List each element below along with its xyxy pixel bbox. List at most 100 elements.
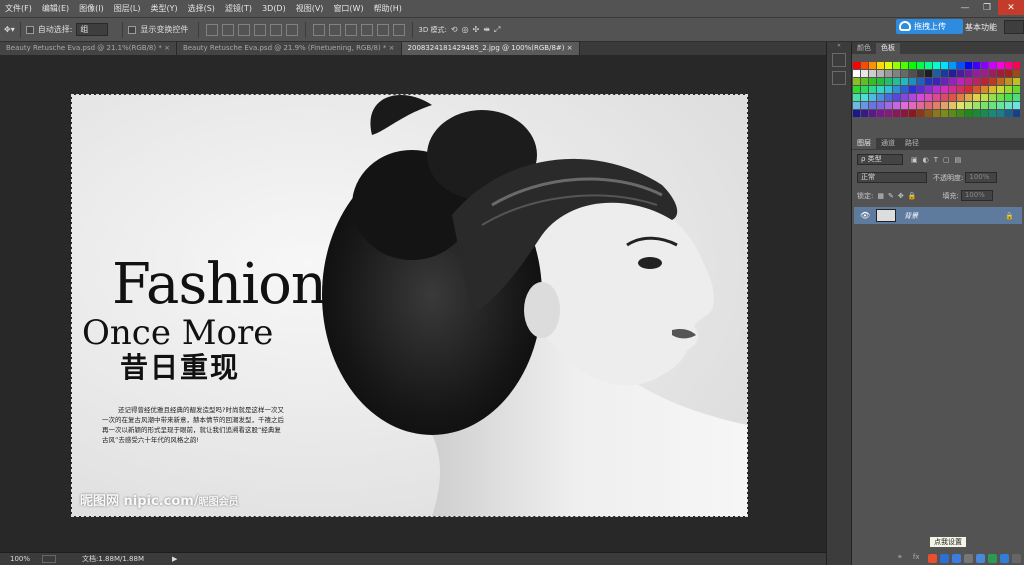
- swatch-cell[interactable]: [877, 102, 884, 109]
- swatch-cell[interactable]: [861, 94, 868, 101]
- distribute-top-icon[interactable]: [313, 23, 326, 36]
- swatch-cell[interactable]: [933, 70, 940, 77]
- swatch-cell[interactable]: [949, 62, 956, 69]
- lock-transparent-icon[interactable]: ▦: [877, 192, 884, 200]
- swatch-cell[interactable]: [869, 70, 876, 77]
- swatch-cell[interactable]: [853, 78, 860, 85]
- swatch-cell[interactable]: [869, 62, 876, 69]
- swatch-cell[interactable]: [989, 78, 996, 85]
- swatch-cell[interactable]: [925, 94, 932, 101]
- swatch-cell[interactable]: [901, 94, 908, 101]
- properties-icon[interactable]: [832, 71, 846, 85]
- swatch-cell[interactable]: [925, 102, 932, 109]
- swatch-cell[interactable]: [917, 94, 924, 101]
- tab-swatches[interactable]: 色板: [876, 43, 900, 54]
- swatch-cell[interactable]: [853, 94, 860, 101]
- zoom-level[interactable]: 100%: [10, 555, 30, 563]
- swatch-cell[interactable]: [877, 78, 884, 85]
- swatch-cell[interactable]: [885, 78, 892, 85]
- tab-layers[interactable]: 图层: [852, 138, 876, 149]
- swatch-cell[interactable]: [973, 110, 980, 117]
- swatch-cell[interactable]: [981, 94, 988, 101]
- swatch-cell[interactable]: [989, 62, 996, 69]
- filter-shape-icon[interactable]: ▢: [943, 156, 950, 164]
- menu-select[interactable]: 选择(S): [183, 3, 220, 14]
- swatch-cell[interactable]: [957, 94, 964, 101]
- swatch-cell[interactable]: [957, 86, 964, 93]
- tab-doc-3[interactable]: 20083241814294​85_2.jpg @ 100%(RGB/8#) ×: [401, 42, 580, 55]
- swatch-cells[interactable]: [852, 61, 1024, 121]
- auto-select-checkbox[interactable]: [25, 25, 34, 34]
- swatch-cell[interactable]: [909, 62, 916, 69]
- lock-all-icon[interactable]: 🔒: [908, 192, 917, 200]
- swatch-cell[interactable]: [981, 78, 988, 85]
- swatch-cell[interactable]: [997, 86, 1004, 93]
- swatch-cell[interactable]: [909, 70, 916, 77]
- swatches-grid[interactable]: [852, 61, 1024, 121]
- swatch-cell[interactable]: [917, 102, 924, 109]
- swatch-cell[interactable]: [933, 102, 940, 109]
- swatch-cell[interactable]: [1013, 102, 1020, 109]
- swatch-cell[interactable]: [893, 62, 900, 69]
- swatch-cell[interactable]: [853, 70, 860, 77]
- swatch-cell[interactable]: [957, 110, 964, 117]
- swatch-cell[interactable]: [877, 94, 884, 101]
- distribute-vcenter-icon[interactable]: [329, 23, 342, 36]
- swatch-cell[interactable]: [853, 102, 860, 109]
- swatch-cell[interactable]: [933, 86, 940, 93]
- swatch-cell[interactable]: [877, 86, 884, 93]
- swatch-cell[interactable]: [861, 86, 868, 93]
- punct-icon[interactable]: [964, 554, 973, 563]
- 3d-slide-icon[interactable]: ⇼: [483, 25, 490, 34]
- tab-channels[interactable]: 通道: [876, 138, 900, 149]
- distribute-right-icon[interactable]: [393, 23, 406, 36]
- swatch-cell[interactable]: [997, 110, 1004, 117]
- swatch-cell[interactable]: [989, 102, 996, 109]
- workspace-label[interactable]: 基本功能: [965, 22, 997, 33]
- layer-row-background[interactable]: 👁 背景 🔒: [854, 207, 1022, 224]
- swatch-cell[interactable]: [965, 86, 972, 93]
- 3d-pan-icon[interactable]: ✣: [473, 25, 480, 34]
- menu-type[interactable]: 类型(Y): [145, 3, 182, 14]
- swatch-cell[interactable]: [933, 94, 940, 101]
- user-icon[interactable]: [988, 554, 997, 563]
- swatch-cell[interactable]: [925, 110, 932, 117]
- swatch-cell[interactable]: [893, 102, 900, 109]
- swatch-cell[interactable]: [973, 62, 980, 69]
- opacity-field[interactable]: 100%: [965, 172, 998, 183]
- swatch-cell[interactable]: [869, 110, 876, 117]
- align-right-icon[interactable]: [286, 23, 299, 36]
- swatch-cell[interactable]: [1005, 94, 1012, 101]
- swatch-cell[interactable]: [901, 70, 908, 77]
- 3d-rotate-icon[interactable]: ⟲: [451, 25, 458, 34]
- shirt-icon[interactable]: [1000, 554, 1009, 563]
- swatch-cell[interactable]: [893, 86, 900, 93]
- swatch-cell[interactable]: [877, 70, 884, 77]
- swatch-cell[interactable]: [949, 86, 956, 93]
- workspace-dropdown[interactable]: [1004, 20, 1024, 34]
- align-left-icon[interactable]: [254, 23, 267, 36]
- tab-doc-2[interactable]: Beauty Retusche Eva.psd @ 21.9% (Finetue…: [176, 42, 402, 55]
- swatch-cell[interactable]: [1005, 102, 1012, 109]
- swatch-cell[interactable]: [869, 86, 876, 93]
- swatch-cell[interactable]: [885, 94, 892, 101]
- swatch-cell[interactable]: [997, 94, 1004, 101]
- swatch-cell[interactable]: [1013, 78, 1020, 85]
- swatch-cell[interactable]: [957, 78, 964, 85]
- swatch-cell[interactable]: [1005, 62, 1012, 69]
- align-hcenter-icon[interactable]: [270, 23, 283, 36]
- swatch-cell[interactable]: [1013, 70, 1020, 77]
- lock-brush-icon[interactable]: ✎: [888, 192, 894, 200]
- swatch-cell[interactable]: [869, 102, 876, 109]
- swatch-cell[interactable]: [909, 94, 916, 101]
- status-menu-arrow-icon[interactable]: ▶: [172, 555, 177, 563]
- maximize-button[interactable]: ❐: [976, 0, 998, 15]
- swatch-cell[interactable]: [861, 110, 868, 117]
- swatch-cell[interactable]: [925, 62, 932, 69]
- swatch-cell[interactable]: [997, 70, 1004, 77]
- swatch-cell[interactable]: [957, 70, 964, 77]
- swatch-cell[interactable]: [861, 78, 868, 85]
- swatch-cell[interactable]: [941, 102, 948, 109]
- visibility-eye-icon[interactable]: 👁: [860, 211, 870, 220]
- swatch-cell[interactable]: [885, 62, 892, 69]
